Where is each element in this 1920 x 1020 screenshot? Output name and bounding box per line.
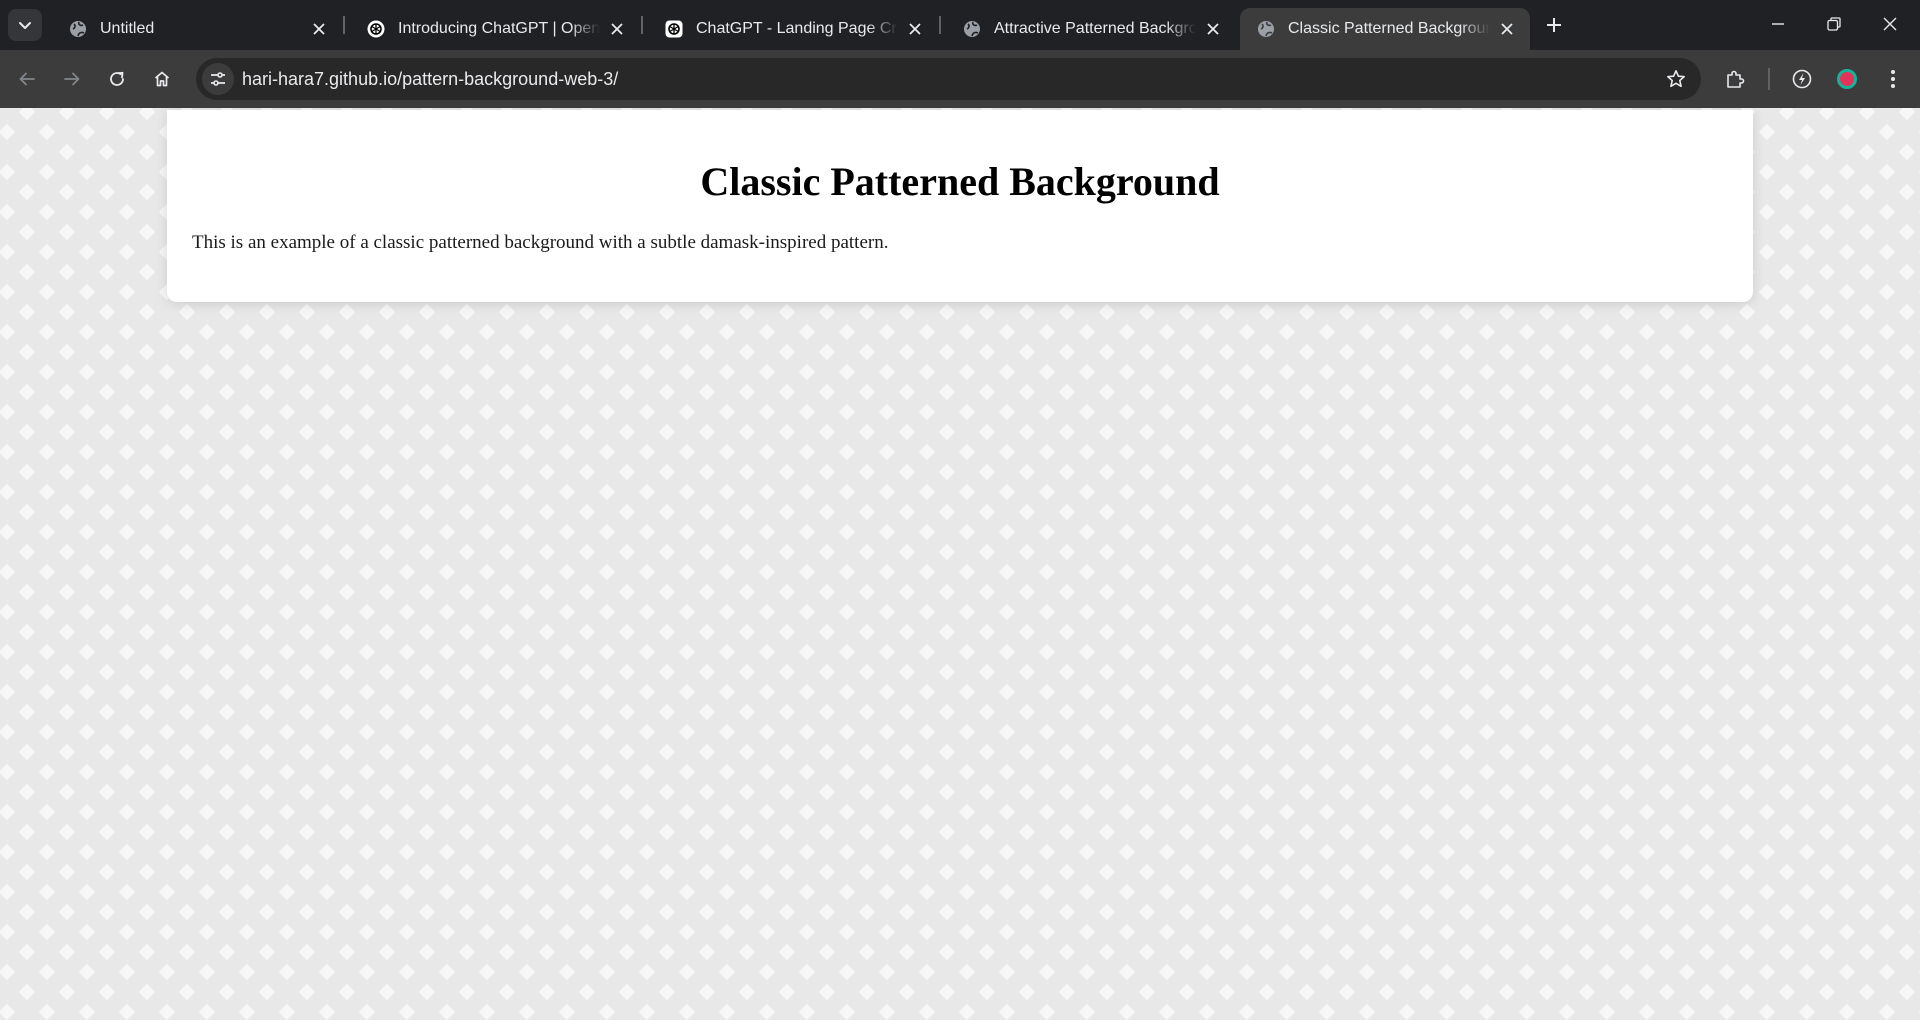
tab-attractive-patterned-background[interactable]: Attractive Patterned Background: [946, 8, 1236, 50]
arrow-left-icon: [19, 72, 35, 86]
tab-untitled[interactable]: Untitled: [52, 8, 342, 50]
openai-icon: [664, 19, 684, 39]
tab-separator: [343, 16, 345, 34]
restore-button[interactable]: [1806, 0, 1862, 48]
chevron-down-icon: [19, 22, 31, 29]
tab-title: Introducing ChatGPT | OpenAI: [398, 20, 600, 37]
arrow-right-icon: [64, 72, 80, 86]
address-bar[interactable]: hari-hara7.github.io/pattern-background-…: [196, 58, 1701, 100]
close-tab-icon[interactable]: [904, 18, 926, 40]
close-tab-icon[interactable]: [606, 18, 628, 40]
tune-icon: [211, 72, 225, 86]
toolbar: hari-hara7.github.io/pattern-background-…: [0, 50, 1920, 108]
tab-classic-patterned-background[interactable]: Classic Patterned Background: [1240, 8, 1530, 50]
tab-title: Classic Patterned Background: [1288, 20, 1490, 37]
openai-icon: [366, 19, 386, 39]
plus-icon: [1547, 18, 1561, 32]
tab-title: ChatGPT - Landing Page Creator: [696, 20, 898, 37]
home-icon: [154, 71, 170, 87]
profile-button[interactable]: [1830, 62, 1864, 96]
tab-separator: [939, 16, 941, 34]
tab-search-button[interactable]: [8, 9, 42, 41]
close-tab-icon[interactable]: [1202, 18, 1224, 40]
content-card: Classic Patterned Background This is an …: [167, 110, 1753, 302]
toolbar-divider: [1768, 68, 1770, 90]
avatar: [1837, 69, 1857, 89]
speedometer-icon: [1792, 69, 1812, 89]
tab-introducing-chatgpt[interactable]: Introducing ChatGPT | OpenAI: [350, 8, 640, 50]
close-tab-icon[interactable]: [308, 18, 330, 40]
performance-button[interactable]: [1785, 62, 1819, 96]
tab-separator: [641, 16, 643, 34]
globe-icon: [962, 19, 982, 39]
url-text[interactable]: hari-hara7.github.io/pattern-background-…: [242, 69, 618, 90]
bookmark-button[interactable]: [1663, 66, 1689, 92]
forward-button[interactable]: [55, 62, 89, 96]
puzzle-icon: [1727, 70, 1745, 88]
more-vert-icon: [1891, 70, 1895, 88]
home-button[interactable]: [145, 62, 179, 96]
page-description: This is an example of a classic patterne…: [192, 232, 889, 253]
globe-icon: [68, 19, 88, 39]
tab-title: Attractive Patterned Background: [994, 20, 1196, 37]
star-icon: [1667, 70, 1685, 88]
close-tab-icon[interactable]: [1496, 18, 1518, 40]
tab-strip: Untitled Introducing ChatGPT | OpenAI Ch…: [0, 0, 1920, 50]
back-button[interactable]: [10, 62, 44, 96]
browser-window: Untitled Introducing ChatGPT | OpenAI Ch…: [0, 0, 1920, 1020]
close-icon: [1883, 17, 1897, 31]
new-tab-button[interactable]: [1540, 11, 1568, 39]
reload-button[interactable]: [100, 62, 134, 96]
site-info-button[interactable]: [202, 63, 234, 95]
minimize-icon: [1772, 23, 1784, 25]
close-window-button[interactable]: [1862, 0, 1918, 48]
globe-icon: [1256, 19, 1276, 39]
tab-title: Untitled: [100, 20, 155, 37]
extensions-button[interactable]: [1718, 62, 1752, 96]
reload-icon: [110, 71, 124, 86]
restore-icon: [1827, 17, 1841, 31]
menu-button[interactable]: [1876, 62, 1910, 96]
tab-landing-page-creator[interactable]: ChatGPT - Landing Page Creator: [648, 8, 938, 50]
page-viewport: Classic Patterned Background This is an …: [0, 108, 1920, 1020]
page-title: Classic Patterned Background: [700, 159, 1220, 204]
minimize-button[interactable]: [1750, 0, 1806, 48]
